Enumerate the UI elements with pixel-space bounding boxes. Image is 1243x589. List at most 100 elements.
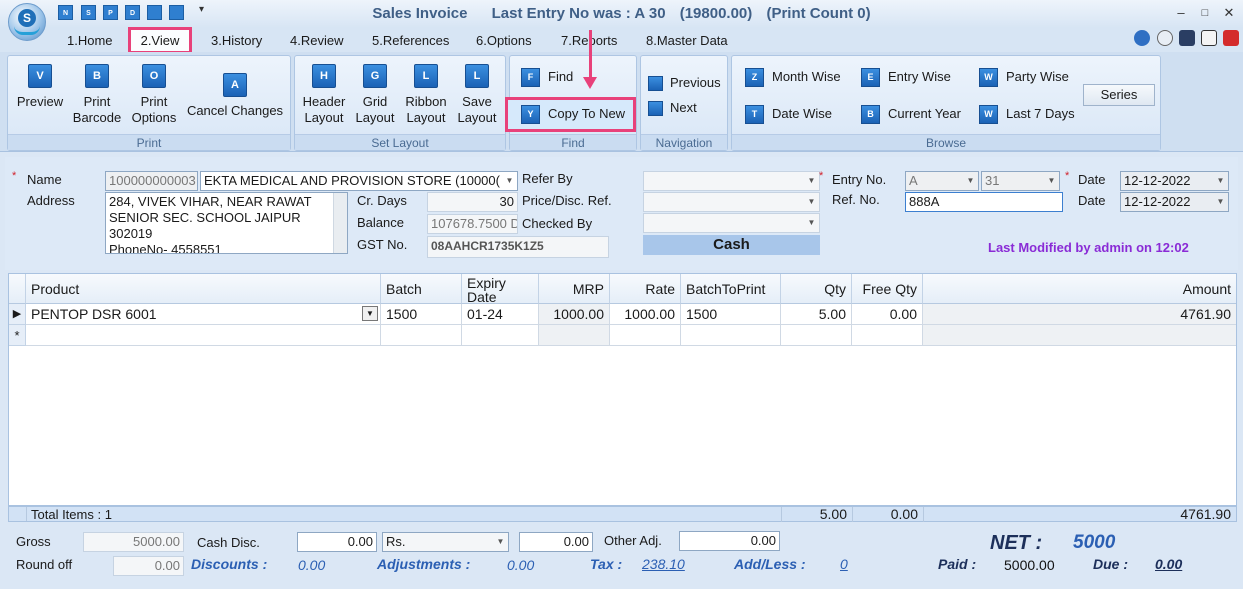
last-7-days-button[interactable]: W Last 7 Days xyxy=(979,104,1075,125)
entry-no-field[interactable]: 31 ▼ xyxy=(981,171,1060,191)
total-amount: 4761.90 xyxy=(923,507,1236,522)
other-adj-field[interactable]: 0.00 xyxy=(679,531,780,551)
party-code-field[interactable]: 100000000003 xyxy=(105,171,198,191)
notes-icon[interactable] xyxy=(1201,30,1217,46)
column-header-free-qty[interactable]: Free Qty xyxy=(852,274,923,304)
column-header-mrp[interactable]: MRP xyxy=(539,274,610,304)
new-cell-expiry[interactable] xyxy=(462,325,539,346)
column-header-rate[interactable]: Rate xyxy=(610,274,681,304)
grid-layout-button[interactable]: G Grid Layout xyxy=(352,64,398,126)
date-wise-button[interactable]: T Date Wise xyxy=(745,104,832,125)
tab-options[interactable]: 6.Options xyxy=(476,32,532,50)
address-scrollbar[interactable] xyxy=(333,193,347,253)
column-header-batch[interactable]: Batch xyxy=(381,274,462,304)
cash-disc-amount-field[interactable]: 0.00 xyxy=(519,532,593,552)
tab-home[interactable]: 1.Home xyxy=(67,32,113,50)
payment-mode-label[interactable]: Cash xyxy=(643,235,820,255)
series-button[interactable]: Series xyxy=(1083,84,1155,106)
close-button[interactable]: ✕ xyxy=(1218,4,1240,22)
quick-access-export-icon[interactable] xyxy=(169,5,184,20)
chevron-down-icon[interactable]: ▼ xyxy=(1213,193,1228,211)
quick-access-menu-icon[interactable]: ▾ xyxy=(199,4,204,15)
party-wise-button[interactable]: W Party Wise xyxy=(979,67,1069,88)
cash-disc-field[interactable]: 0.00 xyxy=(297,532,377,552)
new-cell-mrp[interactable] xyxy=(539,325,610,346)
save-layout-button[interactable]: L Save Layout xyxy=(454,64,500,126)
chevron-down-icon[interactable]: ▼ xyxy=(963,172,978,190)
previous-button[interactable]: Previous xyxy=(648,73,721,92)
date-field[interactable]: 12-12-2022 ▼ xyxy=(1120,171,1229,191)
copy-to-new-button[interactable]: Y Copy To New xyxy=(521,104,625,125)
quick-access-print-icon[interactable]: P xyxy=(103,5,118,20)
ref-no-field[interactable]: 888A xyxy=(905,192,1063,212)
tab-references[interactable]: 5.References xyxy=(372,32,449,50)
address-field[interactable]: 284, VIVEK VIHAR, NEAR RAWAT SENIOR SEC.… xyxy=(105,192,348,254)
next-button[interactable]: Next xyxy=(648,98,697,117)
header-layout-button[interactable]: H Header Layout xyxy=(299,64,349,126)
tab-master-data[interactable]: 8.Master Data xyxy=(646,32,728,50)
tax-value-link[interactable]: 238.10 xyxy=(642,556,685,572)
chevron-down-icon[interactable]: ▼ xyxy=(493,533,508,551)
new-row-indicator[interactable]: * xyxy=(9,325,26,346)
cell-free-qty[interactable]: 0.00 xyxy=(852,304,923,325)
column-header-qty[interactable]: Qty xyxy=(781,274,852,304)
cell-batch[interactable]: 1500 xyxy=(381,304,462,325)
chevron-down-icon[interactable]: ▼ xyxy=(804,172,819,190)
app-logo-icon[interactable]: S xyxy=(8,3,46,41)
quick-access-save-icon[interactable]: S xyxy=(81,5,96,20)
chevron-down-icon[interactable]: ▼ xyxy=(804,214,819,232)
cell-rate[interactable]: 1000.00 xyxy=(610,304,681,325)
info-icon[interactable] xyxy=(1179,30,1195,46)
items-grid[interactable]: Product Batch Expiry Date MRP Rate Batch… xyxy=(8,273,1237,506)
price-disc-ref-field[interactable]: ▼ xyxy=(643,192,820,212)
current-year-button[interactable]: B Current Year xyxy=(861,104,961,125)
chevron-down-icon[interactable]: ▼ xyxy=(804,193,819,211)
party-name-field[interactable]: EKTA MEDICAL AND PROVISION STORE (10000(… xyxy=(200,171,518,191)
preview-button[interactable]: V Preview xyxy=(14,64,66,110)
settings-icon[interactable] xyxy=(1157,30,1173,46)
minimize-button[interactable]: ‒ xyxy=(1170,4,1192,22)
chevron-down-icon[interactable]: ▼ xyxy=(502,172,517,190)
new-cell-qty[interactable] xyxy=(781,325,852,346)
new-cell-rate[interactable] xyxy=(610,325,681,346)
ref-date-field[interactable]: 12-12-2022 ▼ xyxy=(1120,192,1229,212)
print-barcode-button[interactable]: B Print Barcode xyxy=(70,64,124,126)
maximize-button[interactable]: □ xyxy=(1194,4,1216,22)
tab-review[interactable]: 4.Review xyxy=(290,32,343,50)
cancel-changes-button[interactable]: A Cancel Changes xyxy=(186,73,284,119)
entry-series-field[interactable]: A ▼ xyxy=(905,171,979,191)
cell-product[interactable]: PENTOP DSR 6001 ▼ xyxy=(26,304,381,325)
add-less-value-link[interactable]: 0 xyxy=(840,556,848,572)
month-wise-button[interactable]: Z Month Wise xyxy=(745,67,841,88)
cash-disc-type-select[interactable]: Rs. ▼ xyxy=(382,532,509,552)
help-icon[interactable] xyxy=(1134,30,1150,46)
quick-access-new-icon[interactable]: N xyxy=(58,5,73,20)
new-cell-free-qty[interactable] xyxy=(852,325,923,346)
row-indicator[interactable]: ▶ xyxy=(9,304,26,325)
quick-access-document-icon[interactable] xyxy=(147,5,162,20)
checked-by-field[interactable]: ▼ xyxy=(643,213,820,233)
chevron-down-icon[interactable]: ▼ xyxy=(362,306,378,321)
cell-mrp[interactable]: 1000.00 xyxy=(539,304,610,325)
new-cell-batch-to-print[interactable] xyxy=(681,325,781,346)
tab-history[interactable]: 3.History xyxy=(211,32,262,50)
chevron-down-icon[interactable]: ▼ xyxy=(1213,172,1228,190)
cell-qty[interactable]: 5.00 xyxy=(781,304,852,325)
new-cell-batch[interactable] xyxy=(381,325,462,346)
new-cell-product[interactable] xyxy=(26,325,381,346)
column-header-amount[interactable]: Amount xyxy=(923,274,1236,304)
column-header-expiry-date[interactable]: Expiry Date xyxy=(462,274,539,304)
column-header-batch-to-print[interactable]: BatchToPrint xyxy=(681,274,781,304)
find-button[interactable]: F Find xyxy=(521,67,573,88)
quick-access-delete-icon[interactable]: D xyxy=(125,5,140,20)
exit-icon[interactable] xyxy=(1223,30,1239,46)
entry-wise-button[interactable]: E Entry Wise xyxy=(861,67,951,88)
refer-by-field[interactable]: ▼ xyxy=(643,171,820,191)
tab-view[interactable]: 2.View xyxy=(128,27,192,54)
cell-batch-to-print[interactable]: 1500 xyxy=(681,304,781,325)
cell-expiry[interactable]: 01-24 xyxy=(462,304,539,325)
ribbon-layout-button[interactable]: L Ribbon Layout xyxy=(402,64,450,126)
print-options-button[interactable]: O Print Options xyxy=(128,64,180,126)
column-header-product[interactable]: Product xyxy=(26,274,381,304)
chevron-down-icon[interactable]: ▼ xyxy=(1044,172,1059,190)
